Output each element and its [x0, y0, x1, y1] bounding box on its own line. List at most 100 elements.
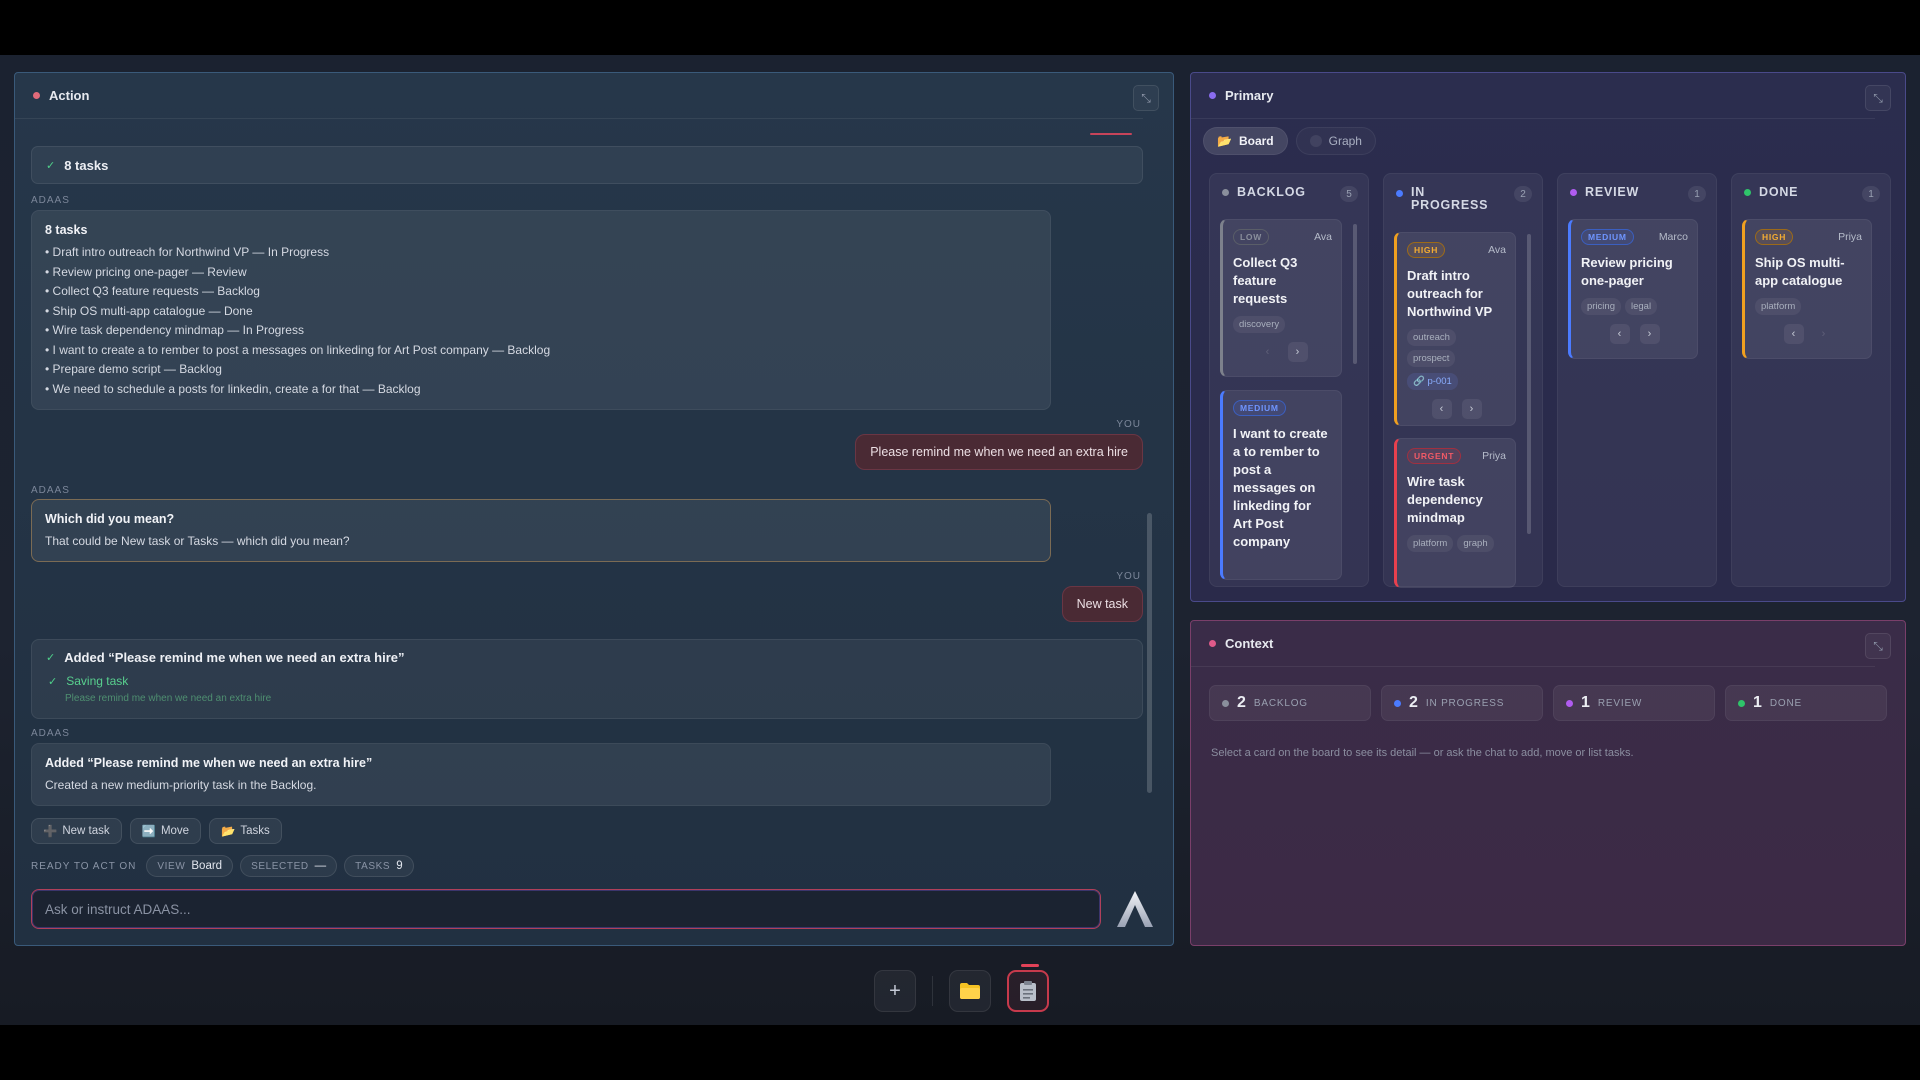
- context-panel-header: Context: [1191, 621, 1875, 667]
- move-right-button[interactable]: ›: [1639, 324, 1660, 344]
- message-title: 8 tasks: [45, 223, 88, 237]
- task-card[interactable]: HIGH Priya Ship OS multi-app catalogue pl…: [1742, 219, 1872, 359]
- pill-value: 9: [396, 860, 403, 872]
- move-chip[interactable]: ➡️ Move: [129, 818, 202, 844]
- message-body: That could be New task or Tasks — which …: [45, 534, 350, 548]
- list-item: • Review pricing one-pager — Review: [45, 264, 247, 279]
- tag: graph: [1457, 535, 1494, 552]
- column-title: IN PROGRESS: [1411, 185, 1489, 212]
- message-title: Added “Please remind me when we need an …: [45, 756, 373, 770]
- list-item: • I want to create a to rember to post a…: [45, 342, 551, 357]
- action-collapse-button[interactable]: ⤡: [1133, 85, 1159, 111]
- sender-label: ADAAS: [31, 485, 70, 496]
- priority-badge: MEDIUM: [1233, 400, 1286, 416]
- sender-label: YOU: [1116, 571, 1141, 582]
- saving-status: ✓ Saving task: [48, 674, 1128, 688]
- stat-label: DONE: [1769, 697, 1802, 709]
- assignee: Marco: [1658, 231, 1688, 243]
- check-icon: ✓: [48, 676, 58, 688]
- column-scrollbar[interactable]: [1353, 224, 1357, 364]
- move-left-button[interactable]: ‹: [1258, 342, 1278, 362]
- priority-badge: URGENT: [1407, 448, 1462, 464]
- tag: platform: [1407, 535, 1454, 552]
- card-title: Wire task dependency mindmap: [1407, 474, 1483, 525]
- move-left-button[interactable]: ‹: [1609, 324, 1630, 344]
- stat-in-progress[interactable]: 2 IN PROGRESS: [1381, 685, 1543, 721]
- stat-review[interactable]: 1 REVIEW: [1553, 685, 1715, 721]
- stat-count: 1: [1581, 694, 1590, 711]
- tasks-chip[interactable]: 📂 Tasks: [209, 818, 282, 844]
- stat-count: 1: [1753, 694, 1762, 711]
- priority-badge: HIGH: [1407, 242, 1446, 258]
- context-status-dot: [1209, 640, 1216, 647]
- tasks-summary-bar[interactable]: ✓ 8 tasks: [31, 146, 1143, 184]
- plus-icon: ➕: [43, 826, 58, 838]
- task-card[interactable]: LOW Ava Collect Q3 feature requests disco…: [1220, 219, 1342, 377]
- move-left-button[interactable]: ‹: [1431, 399, 1452, 419]
- check-icon: ✓: [46, 159, 56, 172]
- dock: +: [874, 964, 1049, 1012]
- context-hint: Select a card on the board to see its de…: [1211, 747, 1634, 759]
- stat-dot: [1394, 699, 1401, 707]
- chat-scrollbar[interactable]: [1147, 513, 1152, 793]
- message-title: Which did you mean?: [45, 512, 175, 526]
- column-dot: [1744, 189, 1751, 196]
- chip-label: Tasks: [240, 825, 270, 837]
- context-panel-title: Context: [1225, 636, 1274, 651]
- primary-panel-title: Primary: [1225, 88, 1274, 103]
- stat-count: 2: [1409, 694, 1418, 711]
- tag: platform: [1755, 298, 1802, 315]
- task-added-card: ✓ Added “Please remind me when we need a…: [31, 639, 1143, 719]
- add-app-button[interactable]: +: [874, 970, 916, 1012]
- stat-label: REVIEW: [1597, 697, 1643, 709]
- card-title: Draft intro outreach for Northwind VP: [1407, 268, 1493, 319]
- chat-input[interactable]: [31, 889, 1101, 929]
- linked-item-tag[interactable]: 🔗 p-001: [1407, 373, 1458, 390]
- column-scrollbar[interactable]: [1527, 234, 1531, 534]
- folder-icon: 📂: [221, 826, 236, 838]
- context-collapse-button[interactable]: ⤡: [1865, 633, 1891, 659]
- move-right-button[interactable]: ›: [1814, 324, 1834, 344]
- column-in-progress: IN PROGRESS 2 HIGH Ava Draft intro outrea…: [1383, 173, 1543, 588]
- task-card[interactable]: MEDIUM Marco Review pricing one-pager pri…: [1568, 219, 1698, 359]
- new-task-chip[interactable]: ➕ New task: [31, 818, 122, 844]
- column-review: REVIEW 1 MEDIUM Marco Review pricing one-…: [1557, 173, 1717, 587]
- pill-value: Board: [191, 860, 223, 872]
- column-title: REVIEW: [1585, 185, 1640, 199]
- task-card[interactable]: MEDIUM I want to create a to rember to p…: [1220, 390, 1342, 580]
- stat-done[interactable]: 1 DONE: [1725, 685, 1887, 721]
- column-count: 1: [1688, 186, 1706, 202]
- move-left-button[interactable]: ‹: [1783, 324, 1804, 344]
- task-card[interactable]: HIGH Ava Draft intro outreach for Northwi…: [1394, 232, 1516, 426]
- tab-graph[interactable]: Graph: [1295, 127, 1376, 155]
- clipboard-icon: [1020, 981, 1036, 1001]
- arrow-right-icon: ➡️: [141, 826, 156, 838]
- column-done: DONE 1 HIGH Priya Ship OS multi-app catal…: [1731, 173, 1891, 587]
- column-title: BACKLOG: [1237, 185, 1306, 199]
- card-title: Review pricing one-pager: [1581, 255, 1673, 288]
- check-icon: ✓: [46, 652, 56, 664]
- action-panel-header: Action: [15, 73, 1143, 119]
- card-title: Collect Q3 feature requests: [1233, 255, 1298, 306]
- priority-badge: HIGH: [1755, 229, 1794, 245]
- column-dot: [1222, 189, 1229, 196]
- primary-status-dot: [1209, 92, 1216, 99]
- move-right-button[interactable]: ›: [1461, 399, 1482, 419]
- tag: outreach: [1407, 329, 1456, 346]
- saving-label: Saving task: [66, 674, 129, 688]
- column-backlog: BACKLOG 5 LOW Ava Collect Q3 feature requ…: [1209, 173, 1369, 587]
- saving-detail: Please remind me when we need an extra h…: [65, 693, 272, 704]
- folder-app-button[interactable]: [949, 970, 991, 1012]
- context-status-row: READY TO ACT ON VIEW Board SELECTED — TASK…: [31, 855, 414, 877]
- primary-collapse-button[interactable]: ⤡: [1865, 85, 1891, 111]
- context-panel: Context ⤡ 2 BACKLOG 2 IN PROGRESS 1 REVIEW …: [1190, 620, 1906, 946]
- tab-board[interactable]: 📂 Board: [1203, 127, 1288, 155]
- active-indicator: [1021, 964, 1039, 967]
- plus-icon: +: [889, 979, 901, 1002]
- sender-label: YOU: [1116, 419, 1141, 430]
- task-card[interactable]: URGENT Priya Wire task dependency mindmap…: [1394, 438, 1516, 588]
- stat-label: BACKLOG: [1253, 697, 1308, 709]
- tasks-app-button[interactable]: [1007, 964, 1049, 1012]
- stat-backlog[interactable]: 2 BACKLOG: [1209, 685, 1371, 721]
- move-right-button[interactable]: ›: [1287, 342, 1308, 362]
